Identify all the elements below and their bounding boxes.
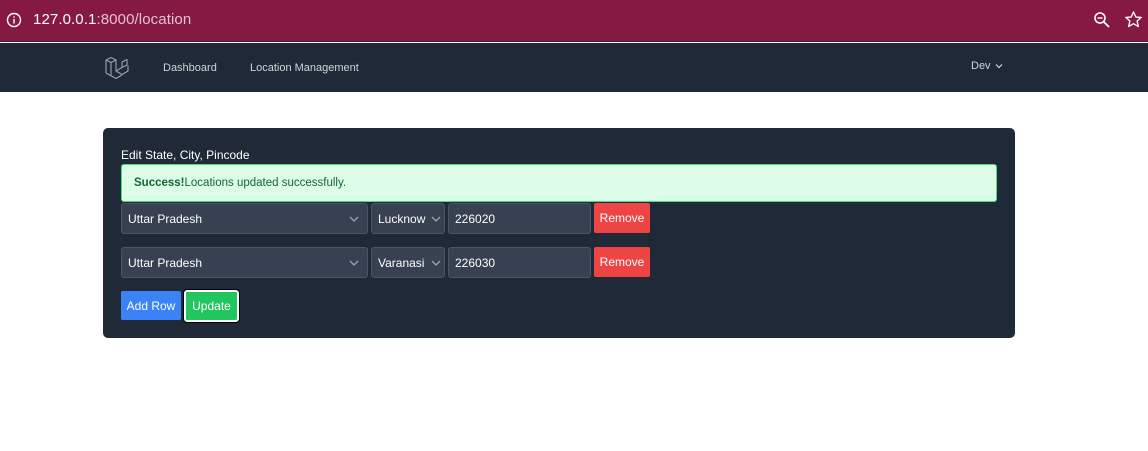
star-icon[interactable]: [1124, 10, 1143, 29]
pincode-input[interactable]: 226030: [448, 247, 591, 278]
chevron-down-icon: [431, 260, 441, 266]
chevron-down-icon: [349, 260, 359, 266]
remove-button[interactable]: Remove: [594, 203, 650, 233]
success-alert: Success! Locations updated successfully.: [121, 164, 997, 202]
navbar: Dashboard Location Management Dev: [0, 43, 1148, 92]
remove-button[interactable]: Remove: [594, 247, 650, 277]
update-button[interactable]: Update: [183, 289, 240, 323]
state-select[interactable]: Uttar Pradesh: [121, 203, 368, 234]
city-select[interactable]: Lucknow: [371, 203, 445, 234]
state-value: Uttar Pradesh: [128, 211, 203, 226]
nav-dashboard[interactable]: Dashboard: [163, 62, 217, 74]
zoom-icon[interactable]: [1093, 11, 1111, 29]
city-value: Lucknow: [378, 211, 426, 226]
browser-toolbar: 127.0.0.1:8000/location: [0, 0, 1148, 42]
location-edit-card: Edit State, City, Pincode Success! Locati…: [103, 128, 1015, 338]
city-select[interactable]: Varanasi: [371, 247, 445, 278]
add-row-button[interactable]: Add Row: [121, 291, 181, 320]
address-bar[interactable]: 127.0.0.1:8000/location: [0, 1, 1148, 37]
chevron-down-icon: [431, 216, 441, 222]
url-path: :8000/location: [96, 11, 192, 28]
user-menu[interactable]: Dev: [971, 60, 1003, 72]
url-text[interactable]: 127.0.0.1:8000/location: [33, 11, 191, 28]
alert-message: Locations updated successfully.: [184, 177, 347, 189]
user-name: Dev: [971, 60, 991, 72]
alert-strong: Success!: [134, 177, 185, 189]
state-select[interactable]: Uttar Pradesh: [121, 247, 368, 278]
info-icon[interactable]: [6, 12, 22, 28]
laravel-logo[interactable]: [104, 55, 130, 81]
state-value: Uttar Pradesh: [128, 255, 203, 270]
city-value: Varanasi: [378, 255, 425, 270]
chevron-down-icon: [349, 216, 359, 222]
url-host: 127.0.0.1: [33, 11, 97, 28]
card-title: Edit State, City, Pincode: [121, 148, 250, 162]
chevron-down-icon: [995, 64, 1002, 69]
nav-location-management[interactable]: Location Management: [250, 62, 359, 74]
pincode-input[interactable]: 226020: [448, 203, 591, 234]
